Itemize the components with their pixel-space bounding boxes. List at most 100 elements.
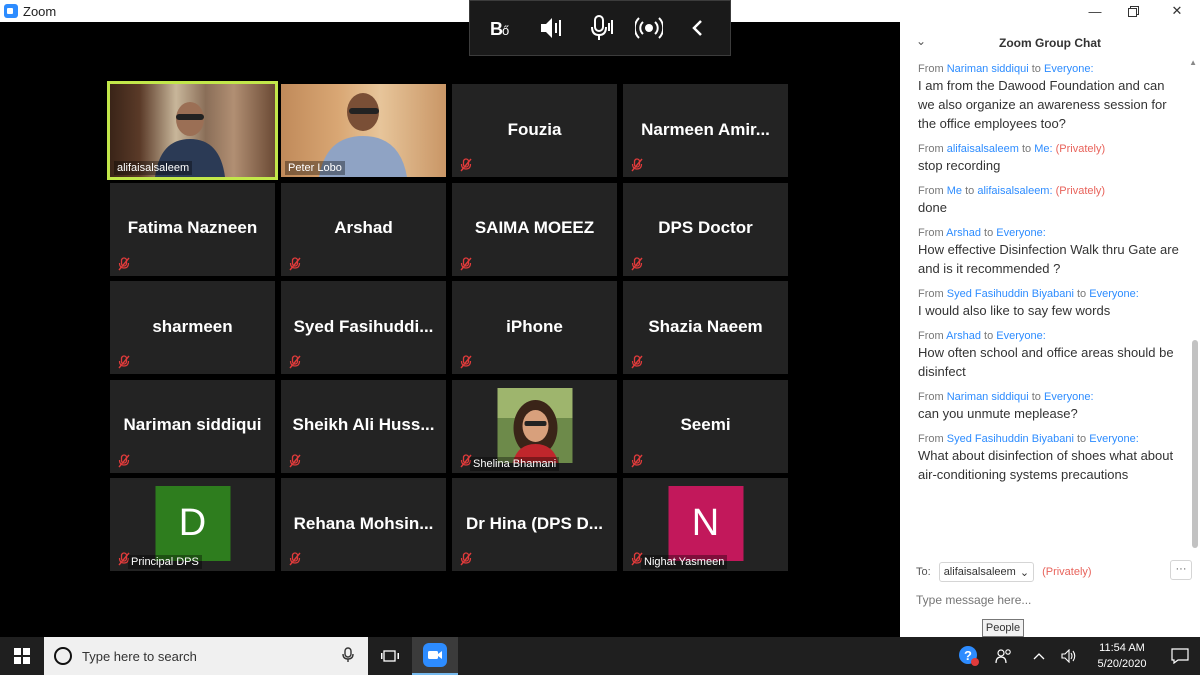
- privacy-label: (Privately): [1042, 566, 1092, 578]
- recipient-name: Everyone:: [1043, 391, 1094, 403]
- window-controls: — ✕: [900, 0, 1200, 24]
- participant-name-label: alifaisalsaleem: [114, 161, 193, 175]
- participant-photo: [497, 387, 572, 463]
- avatar-initial: D: [178, 502, 207, 544]
- more-options-button[interactable]: ···: [1170, 560, 1192, 580]
- task-view-icon[interactable]: [368, 637, 412, 675]
- to-word: to: [1077, 433, 1087, 445]
- muted-mic-icon: [289, 256, 301, 271]
- recipient-name: Everyone:: [1089, 288, 1139, 300]
- participant-name-label: Principal DPS: [128, 555, 202, 569]
- from-word: From: [918, 433, 944, 445]
- sender-name: Arshad: [946, 227, 981, 239]
- sender-name: alifaisalsaleem: [946, 143, 1019, 155]
- message-meta: From Nariman siddiqui to Everyone:: [918, 390, 1184, 404]
- participant-tile[interactable]: Arshad: [281, 182, 446, 276]
- minimize-icon[interactable]: —: [1085, 2, 1105, 20]
- participant-tile[interactable]: Shazia Naeem: [623, 281, 788, 374]
- participant-tile[interactable]: N Nighat Yasmeen: [623, 478, 788, 571]
- participant-tile[interactable]: Syed Fasihuddi...: [281, 281, 446, 374]
- muted-mic-icon: [289, 355, 301, 369]
- message-meta: From Nariman siddiqui to Everyone:: [918, 62, 1184, 76]
- from-word: From: [918, 227, 944, 239]
- participant-tile[interactable]: Fouzia: [452, 84, 617, 177]
- message-meta: From Arshad to Everyone:: [918, 329, 1184, 343]
- muted-mic-icon: [631, 355, 643, 369]
- speaker-icon[interactable]: [534, 11, 568, 45]
- chat-title: Zoom Group Chat: [999, 36, 1101, 50]
- participant-tile[interactable]: sharmeen: [110, 281, 275, 374]
- participant-tile[interactable]: Seemi: [623, 379, 788, 473]
- muted-mic-icon: [631, 158, 643, 172]
- zoom-taskbar-icon[interactable]: [412, 637, 458, 675]
- participant-name: Syed Fasihuddi...: [293, 316, 434, 336]
- screen: Zoom Bő alifaisalsaleem Peter Lobo Fouzia N…: [0, 0, 1200, 675]
- message-meta: From Arshad to Everyone:: [918, 226, 1184, 240]
- participant-name-label: Peter Lobo: [285, 161, 345, 175]
- participant-tile[interactable]: SAIMA MOEEZ: [452, 182, 617, 276]
- participant-name: Arshad: [334, 218, 393, 237]
- clock-time: 11:54 AM: [1099, 642, 1145, 654]
- chat-scrollbar-thumb[interactable]: [1192, 340, 1198, 548]
- microphone-icon[interactable]: [583, 11, 617, 45]
- participant-tile[interactable]: Rehana Mohsin...: [281, 478, 446, 571]
- start-button[interactable]: [0, 637, 44, 675]
- title-bar: Zoom: [0, 0, 900, 22]
- chevron-up-icon[interactable]: [1024, 652, 1054, 660]
- participant-tile[interactable]: Fatima Nazneen: [110, 182, 275, 276]
- message-text: I would also like to say few words: [918, 303, 1111, 318]
- to-word: to: [1031, 63, 1041, 75]
- participant-tile[interactable]: Peter Lobo: [281, 84, 446, 177]
- collapse-arrow-icon[interactable]: [681, 11, 715, 45]
- message-text: stop recording: [918, 158, 1001, 173]
- chat-message-input[interactable]: [916, 590, 1186, 610]
- from-word: From: [918, 185, 944, 197]
- microphone-icon[interactable]: [342, 646, 354, 666]
- svg-text:ő: ő: [502, 23, 509, 38]
- taskbar-search[interactable]: Type here to search: [44, 637, 368, 675]
- message-text: What about disinfection of shoes what ab…: [918, 448, 1174, 482]
- recipient-name: Me:: [1034, 143, 1053, 155]
- muted-mic-icon: [631, 453, 643, 468]
- participant-tile[interactable]: Narmeen Amir...: [623, 84, 788, 177]
- clock-date: 5/20/2020: [1097, 658, 1147, 670]
- participant-tile[interactable]: alifaisalsaleem: [107, 81, 278, 180]
- sender-name: Me: [946, 185, 963, 197]
- participant-tile[interactable]: Sheikh Ali Huss...: [281, 379, 446, 473]
- people-icon[interactable]: [984, 648, 1024, 664]
- sender-name: Syed Fasihuddin Biyabani: [946, 288, 1074, 300]
- participant-tile[interactable]: Shelina Bhamani: [452, 379, 617, 473]
- recipient-name: alifaisalsaleem:: [977, 185, 1053, 197]
- system-clock[interactable]: 11:54 AM 5/20/2020: [1084, 640, 1160, 672]
- help-icon[interactable]: ?: [954, 645, 984, 667]
- from-word: From: [918, 391, 944, 403]
- to-word: to: [1021, 143, 1032, 155]
- participant-name: SAIMA MOEEZ: [474, 218, 595, 237]
- participant-name: Narmeen Amir...: [641, 119, 770, 139]
- chat-message: From Me to alifaisalsaleem: (Privately) d…: [918, 184, 1184, 217]
- chat-panel: — ✕ ⌄ Zoom Group Chat From Nariman siddi…: [900, 0, 1200, 637]
- muted-mic-icon: [460, 256, 472, 271]
- scroll-up-arrow-icon[interactable]: ▲: [1189, 58, 1197, 67]
- message-text: done: [918, 200, 947, 215]
- restore-icon[interactable]: [1123, 2, 1143, 20]
- participant-tile[interactable]: Nariman siddiqui: [110, 379, 275, 473]
- participant-grid: alifaisalsaleem Peter Lobo Fouzia Narmeen A…: [107, 81, 790, 574]
- participant-name: Nariman siddiqui: [123, 415, 262, 434]
- close-icon[interactable]: ✕: [1167, 2, 1187, 20]
- notification-icon[interactable]: [1160, 648, 1200, 664]
- recipient-row: To: alifaisalsaleem ⌄ (Privately) ···: [916, 560, 1192, 582]
- participant-tile[interactable]: iPhone: [452, 281, 617, 374]
- message-meta: From alifaisalsaleem to Me: (Privately): [918, 142, 1184, 156]
- manage-participants-icon[interactable]: Bő: [485, 11, 519, 45]
- recipient-select[interactable]: alifaisalsaleem ⌄: [938, 562, 1035, 582]
- participant-tile[interactable]: DPS Doctor: [623, 182, 788, 276]
- share-audio-icon[interactable]: [632, 11, 666, 45]
- windows-logo-icon: [14, 648, 30, 664]
- participant-tile[interactable]: D Principal DPS: [110, 478, 275, 571]
- participant-tile[interactable]: Dr Hina (DPS D...: [452, 478, 617, 571]
- message-text: How often school and office areas should…: [918, 345, 1174, 379]
- privacy-tag: (Privately): [1055, 185, 1106, 197]
- volume-icon[interactable]: [1054, 649, 1084, 663]
- from-word: From: [918, 330, 944, 342]
